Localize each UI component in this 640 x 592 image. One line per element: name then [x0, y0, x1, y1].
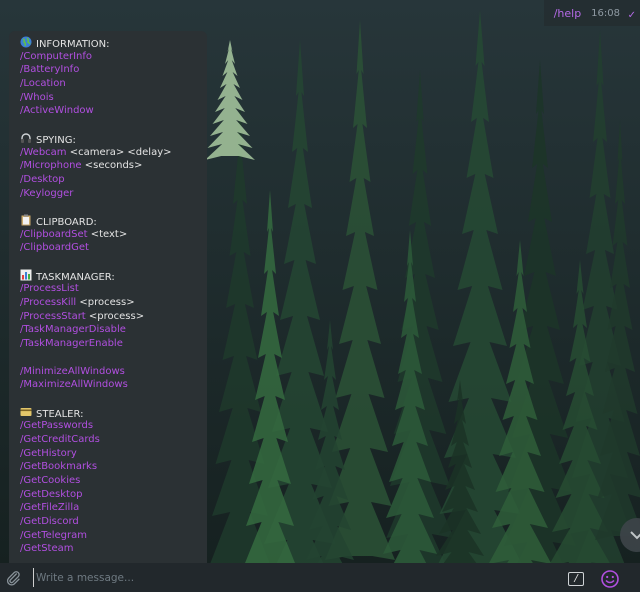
message-input[interactable] — [33, 568, 536, 587]
command-link[interactable]: /ProcessKill — [20, 297, 76, 308]
command-link[interactable]: /Keylogger — [20, 188, 73, 199]
command-line: /GetCreditCards — [20, 433, 207, 447]
command-link[interactable]: /ComputerInfo — [20, 51, 92, 62]
command-args: <process> — [85, 310, 145, 322]
command-line: /ProcessList — [20, 282, 207, 296]
message-time: 16:08 — [591, 7, 620, 19]
command-line: /GetCookies — [20, 474, 207, 488]
command-link[interactable]: /GetTelegram — [20, 530, 87, 541]
bar-chart-icon — [20, 269, 32, 281]
command-args: <process> — [76, 297, 135, 309]
command-link[interactable]: /Whois — [20, 92, 54, 103]
line-spacer — [20, 351, 207, 365]
command-line: /ProcessStart <process> — [20, 310, 207, 324]
command-line: /GetSteam — [20, 542, 207, 556]
command-link[interactable]: /MinimizeAllWindows — [20, 366, 125, 377]
credit-card-icon — [20, 406, 32, 417]
command-line: /ComputerInfo — [20, 50, 207, 64]
command-line: /MinimizeAllWindows — [20, 365, 207, 379]
command-link[interactable]: /GetDiscord — [20, 516, 79, 527]
command-line: /Location — [20, 77, 207, 91]
scroll-down-button[interactable] — [620, 518, 640, 552]
incoming-message-bubble: INFORMATION:/ComputerInfo/BatteryInfo/Lo… — [9, 31, 207, 563]
outgoing-message[interactable]: /help 16:08 ✓ — [543, 0, 640, 26]
section-heading-text: TASKMANAGER: — [36, 271, 115, 283]
command-line: /GetHistory — [20, 447, 207, 461]
command-line: /GetDiscord — [20, 515, 207, 529]
command-link[interactable]: /ActiveWindow — [20, 105, 94, 116]
section-heading: INFORMATION: — [20, 36, 207, 50]
section-heading-text: INFORMATION: — [36, 39, 110, 50]
message-composer — [0, 563, 640, 592]
headphones-icon — [20, 132, 32, 143]
command-link[interactable]: /BatteryInfo — [20, 64, 79, 75]
command-line: /GetFileZilla — [20, 501, 207, 515]
command-line: /BatteryInfo — [20, 63, 207, 77]
section-heading: CLIPBOARD: — [20, 214, 207, 228]
command-link[interactable]: /GetCookies — [20, 475, 80, 486]
command-line: /ActiveWindow — [20, 104, 207, 118]
command-link[interactable]: /GetPasswords — [20, 420, 93, 431]
command-link[interactable]: /Microphone — [20, 160, 82, 171]
command-link[interactable]: /ClipboardGet — [20, 242, 89, 253]
command-line: /GetPasswords — [20, 419, 207, 433]
command-link[interactable]: /TaskManagerDisable — [20, 324, 126, 335]
command-line: /Desktop — [20, 173, 207, 187]
command-link[interactable]: /GetBookmarks — [20, 461, 97, 472]
section-heading: SPYING: — [20, 132, 207, 146]
command-link[interactable]: /Webcam — [20, 147, 67, 158]
command-args: <seconds> — [81, 160, 143, 172]
line-spacer — [20, 118, 207, 132]
command-line: /TaskManagerDisable — [20, 323, 207, 337]
attach-paperclip-icon[interactable] — [4, 569, 22, 587]
read-check-icon: ✓ — [627, 10, 636, 21]
globe-icon — [20, 36, 32, 48]
command-link[interactable]: /ProcessStart — [20, 311, 86, 322]
command-line: /GetDesktop — [20, 488, 207, 502]
line-spacer — [20, 255, 207, 269]
command-line: /ClipboardGet — [20, 241, 207, 255]
section-heading: STEALER: — [20, 406, 207, 420]
command-link[interactable]: /GetSteam — [20, 543, 73, 554]
line-spacer — [20, 200, 207, 214]
line-spacer — [20, 392, 207, 406]
command-link[interactable]: /Desktop — [20, 174, 65, 185]
command-line: /ProcessKill <process> — [20, 296, 207, 310]
command-line: /TaskManagerEnable — [20, 337, 207, 351]
command-link[interactable]: /ClipboardSet — [20, 229, 88, 240]
command-line: /GetBookmarks — [20, 460, 207, 474]
emoji-smile-icon[interactable] — [600, 569, 620, 589]
clipboard-icon — [20, 214, 32, 226]
command-line: /Microphone <seconds> — [20, 159, 207, 173]
section-heading-text: CLIPBOARD: — [36, 216, 97, 228]
command-line: /MaximizeAllWindows — [20, 378, 207, 392]
bot-commands-icon: / — [574, 573, 578, 584]
command-link[interactable]: /GetCreditCards — [20, 434, 100, 445]
command-line: /Webcam <camera> <delay> — [20, 146, 207, 160]
command-line: /Keylogger — [20, 187, 207, 201]
command-line: /ClipboardSet <text> — [20, 228, 207, 242]
command-link[interactable]: /GetDesktop — [20, 489, 82, 500]
command-link[interactable]: /GetHistory — [20, 448, 77, 459]
command-link[interactable]: /GetFileZilla — [20, 502, 79, 513]
command-args: <text> — [87, 228, 128, 240]
section-heading-text: SPYING: — [36, 134, 76, 146]
section-heading: TASKMANAGER: — [20, 269, 207, 283]
command-link[interactable]: /MaximizeAllWindows — [20, 379, 128, 390]
command-link[interactable]: /TaskManagerEnable — [20, 338, 123, 349]
chevron-down-icon — [630, 531, 640, 540]
command-line: /GetTelegram — [20, 529, 207, 543]
bot-commands-button[interactable]: / — [568, 572, 584, 586]
command-link[interactable]: /ProcessList — [20, 283, 79, 294]
outgoing-message-text: /help — [553, 6, 582, 20]
command-args: <camera> <delay> — [66, 146, 172, 158]
command-line: /Whois — [20, 91, 207, 105]
section-heading-text: STEALER: — [36, 408, 84, 420]
command-link[interactable]: /Location — [20, 78, 66, 89]
